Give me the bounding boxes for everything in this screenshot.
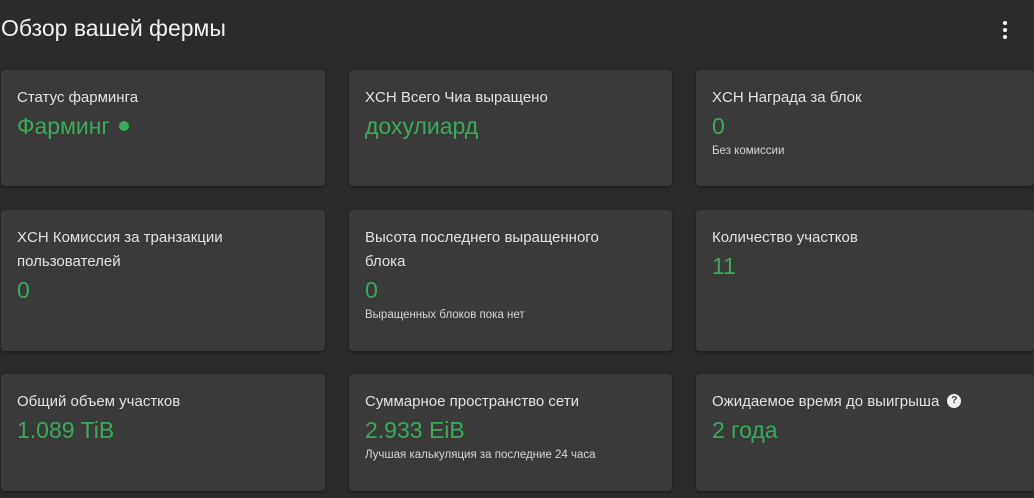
card-plot-count: Количество участков 11	[696, 210, 1034, 351]
help-icon[interactable]: ?	[947, 394, 962, 409]
card-value: 11	[712, 253, 736, 279]
more-vert-icon-dot	[1003, 28, 1007, 32]
card-expected-time: Ожидаемое время до выигрыша? 2 года	[696, 374, 1034, 491]
card-subtitle: Лучшая калькуляция за последние 24 часа	[365, 449, 596, 461]
card-farming-status: Статус фарминга Фарминг	[1, 70, 325, 186]
card-subtitle: Выращенных блоков пока нет	[365, 309, 525, 321]
card-title: Высота последнего выращенного блока	[365, 229, 599, 270]
card-value: Фарминг	[17, 113, 110, 139]
card-value: 0	[17, 277, 30, 303]
card-value: 0	[365, 277, 378, 303]
card-title: Ожидаемое время до выигрыша	[712, 393, 940, 410]
card-block-reward: XCH Награда за блок 0 Без комиссии	[696, 70, 1034, 186]
card-value-wrapper: Фарминг	[17, 111, 309, 141]
card-user-fees: XCH Комиссия за транзакции пользователей…	[1, 210, 325, 351]
card-value: 2 года	[712, 417, 778, 443]
card-title: Количество участков	[712, 229, 858, 246]
status-dot-icon	[118, 121, 129, 131]
card-network-space: Суммарное пространство сети 2.933 EiB Лу…	[349, 374, 672, 491]
card-title: XCH Комиссия за транзакции пользователей	[17, 229, 223, 270]
card-value: 1.089 TiB	[17, 417, 115, 443]
card-title: Статус фарминга	[17, 89, 139, 106]
card-title: Общий объем участков	[17, 393, 181, 410]
card-total-plot-size: Общий объем участков 1.089 TiB	[1, 374, 325, 491]
card-title: XCH Награда за блок	[712, 89, 862, 106]
card-title: XCH Всего Чиа выращено	[365, 89, 548, 106]
card-value: 0	[712, 113, 725, 139]
card-total-chia: XCH Всего Чиа выращено дохулиард	[349, 70, 672, 186]
more-vert-icon	[1003, 21, 1007, 25]
card-title-wrapper: Ожидаемое время до выигрыша?	[712, 390, 1018, 414]
page-title: Обзор вашей фермы	[1, 15, 226, 41]
more-vert-icon-dot	[1003, 35, 1007, 39]
card-subtitle: Без комиссии	[712, 145, 785, 157]
card-title: Суммарное пространство сети	[365, 393, 580, 410]
card-value: 2.933 EiB	[365, 417, 465, 443]
more-options-button[interactable]	[994, 18, 1016, 42]
card-last-block-height: Высота последнего выращенного блока 0 Вы…	[349, 210, 672, 351]
card-value: дохулиард	[365, 113, 479, 139]
page-header: Обзор вашей фермы	[0, 0, 1034, 62]
